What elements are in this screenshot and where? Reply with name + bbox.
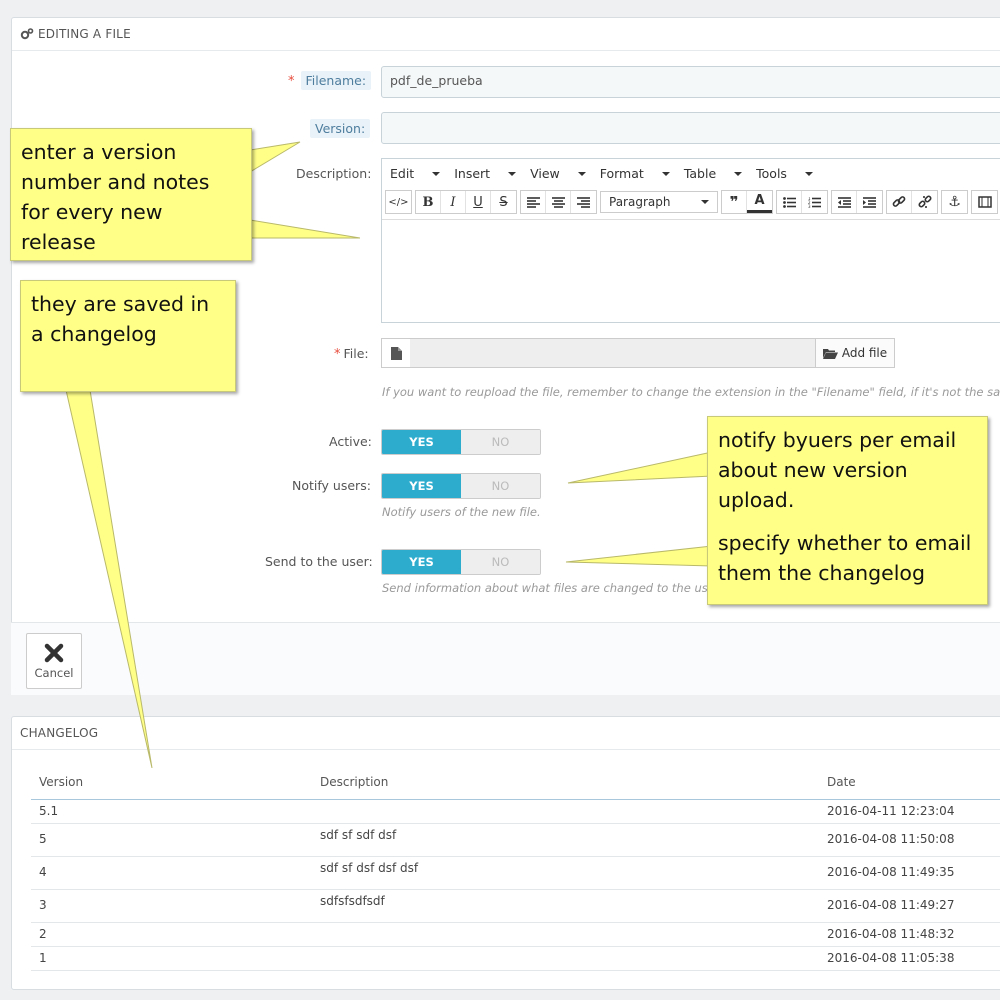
changelog-table: Version Description Date 5.1 2016-04-11 … (31, 764, 1000, 971)
cancel-button[interactable]: Cancel (26, 633, 82, 689)
filename-input[interactable]: pdf_de_prueba (381, 66, 1000, 98)
close-icon (44, 643, 64, 662)
description-label: Description: (296, 166, 372, 181)
table-row: 3 sdfsfsdfsdf 2016-04-08 11:49:27 (31, 889, 1000, 923)
notify-users-toggle[interactable]: YES NO (381, 473, 541, 499)
notify-help-text: Notify users of the new file. (382, 505, 541, 519)
send-to-user-label: Send to the user: (265, 554, 373, 569)
version-cell: 2 (31, 922, 312, 947)
block-format-select[interactable]: Paragraph (600, 191, 718, 213)
date-cell: 2016-04-08 11:49:35 (819, 856, 1000, 890)
description-textarea[interactable] (382, 219, 1000, 322)
version-input[interactable] (381, 112, 1000, 144)
file-help-text: If you want to reupload the file, rememb… (382, 385, 1000, 399)
align-left-icon[interactable] (521, 191, 546, 213)
changelog-header: CHANGELOG (12, 717, 1000, 750)
version-cell: 1 (31, 946, 312, 971)
bullet-list-icon[interactable] (777, 191, 802, 213)
changelog-note: they are saved in a changelog (20, 280, 236, 392)
filename-label: Filename: (300, 71, 372, 90)
version-cell: 5.1 (31, 799, 312, 824)
table-row: 5.1 2016-04-11 12:23:04 (31, 799, 1000, 824)
edit-file-title: EDITING A FILE (38, 27, 131, 41)
column-header-description: Description (312, 764, 819, 800)
changelog-title: CHANGELOG (20, 726, 99, 740)
table-row: 2 2016-04-08 11:48:32 (31, 922, 1000, 947)
strikethrough-icon[interactable]: S (491, 191, 516, 213)
notify-users-label: Notify users: (292, 478, 371, 493)
editor-toolbar: </> B I U S Paragraph ❞ A 1 2 3 ⚓ (382, 187, 1000, 217)
table-row: 1 2016-04-08 11:05:38 (31, 946, 1000, 971)
anchor-icon[interactable]: ⚓ (942, 191, 967, 213)
date-cell: 2016-04-08 11:49:27 (819, 889, 1000, 923)
table-row: 5 sdf sf sdf dsf 2016-04-08 11:50:08 (31, 823, 1000, 857)
version-cell: 5 (31, 823, 312, 857)
menu-format[interactable]: Format (600, 166, 670, 181)
media-icon[interactable] (972, 191, 997, 213)
active-toggle[interactable]: YES NO (381, 429, 541, 455)
form-footer (11, 622, 1000, 695)
align-center-icon[interactable] (546, 191, 571, 213)
notify-note: notify byuers per email about new versio… (707, 416, 988, 605)
send-yes[interactable]: YES (382, 550, 461, 574)
underline-icon[interactable]: U (466, 191, 491, 213)
folder-open-icon (822, 348, 838, 359)
filename-label-wrap: * Filename: (288, 71, 372, 90)
table-row: 4 sdf sf dsf dsf dsf 2016-04-08 11:49:35 (31, 856, 1000, 890)
description-editor: Edit Insert View Format Table Tools </> … (381, 158, 1000, 323)
description-cell: sdf sf sdf dsf (312, 823, 819, 857)
send-help-text: Send information about what files are ch… (382, 581, 708, 595)
link-icon[interactable] (887, 191, 912, 213)
svg-text:3: 3 (808, 204, 811, 208)
active-label: Active: (329, 434, 372, 449)
indent-icon[interactable] (857, 191, 882, 213)
active-yes[interactable]: YES (382, 430, 461, 454)
description-cell (312, 922, 819, 947)
menu-view[interactable]: View (530, 166, 586, 181)
column-header-version: Version (31, 764, 312, 800)
italic-icon[interactable]: I (441, 191, 466, 213)
menu-insert[interactable]: Insert (454, 166, 517, 181)
add-file-button[interactable]: Add file (815, 338, 895, 368)
column-header-date: Date (819, 764, 1000, 800)
file-label-wrap: * File: (334, 346, 369, 362)
align-right-icon[interactable] (571, 191, 596, 213)
notify-yes[interactable]: YES (382, 474, 461, 498)
file-icon (381, 338, 411, 368)
menu-edit[interactable]: Edit (390, 166, 441, 181)
active-no[interactable]: NO (461, 430, 540, 454)
date-cell: 2016-04-08 11:05:38 (819, 946, 1000, 971)
date-cell: 2016-04-08 11:50:08 (819, 823, 1000, 857)
text-color-icon[interactable]: A (747, 191, 772, 213)
file-path-field[interactable] (410, 338, 816, 368)
version-cell: 4 (31, 856, 312, 890)
bold-icon[interactable]: B (416, 191, 441, 213)
file-label: File: (343, 346, 369, 361)
version-note: enter a version number and notes for eve… (10, 128, 252, 261)
edit-file-panel-header: EDITING A FILE (12, 18, 1000, 51)
description-cell: sdf sf dsf dsf dsf (312, 856, 819, 890)
version-cell: 3 (31, 889, 312, 923)
source-code-icon[interactable]: </> (386, 191, 411, 213)
send-no[interactable]: NO (461, 550, 540, 574)
blockquote-icon[interactable]: ❞ (722, 191, 747, 213)
outdent-icon[interactable] (832, 191, 857, 213)
notify-no[interactable]: NO (461, 474, 540, 498)
description-cell (312, 946, 819, 971)
editor-menubar: Edit Insert View Format Table Tools (382, 159, 1000, 187)
menu-tools[interactable]: Tools (756, 166, 813, 181)
date-cell: 2016-04-08 11:48:32 (819, 922, 1000, 947)
send-to-user-toggle[interactable]: YES NO (381, 549, 541, 575)
version-label: Version: (310, 119, 371, 138)
numbered-list-icon[interactable]: 123 (802, 191, 827, 213)
required-asterisk: * (288, 74, 295, 89)
date-cell: 2016-04-11 12:23:04 (819, 799, 1000, 824)
gears-icon (20, 27, 34, 41)
unlink-icon[interactable] (912, 191, 937, 213)
description-cell: sdfsfsdfsdf (312, 889, 819, 923)
menu-table[interactable]: Table (684, 166, 743, 181)
description-cell (312, 799, 819, 824)
required-asterisk: * (334, 347, 341, 362)
